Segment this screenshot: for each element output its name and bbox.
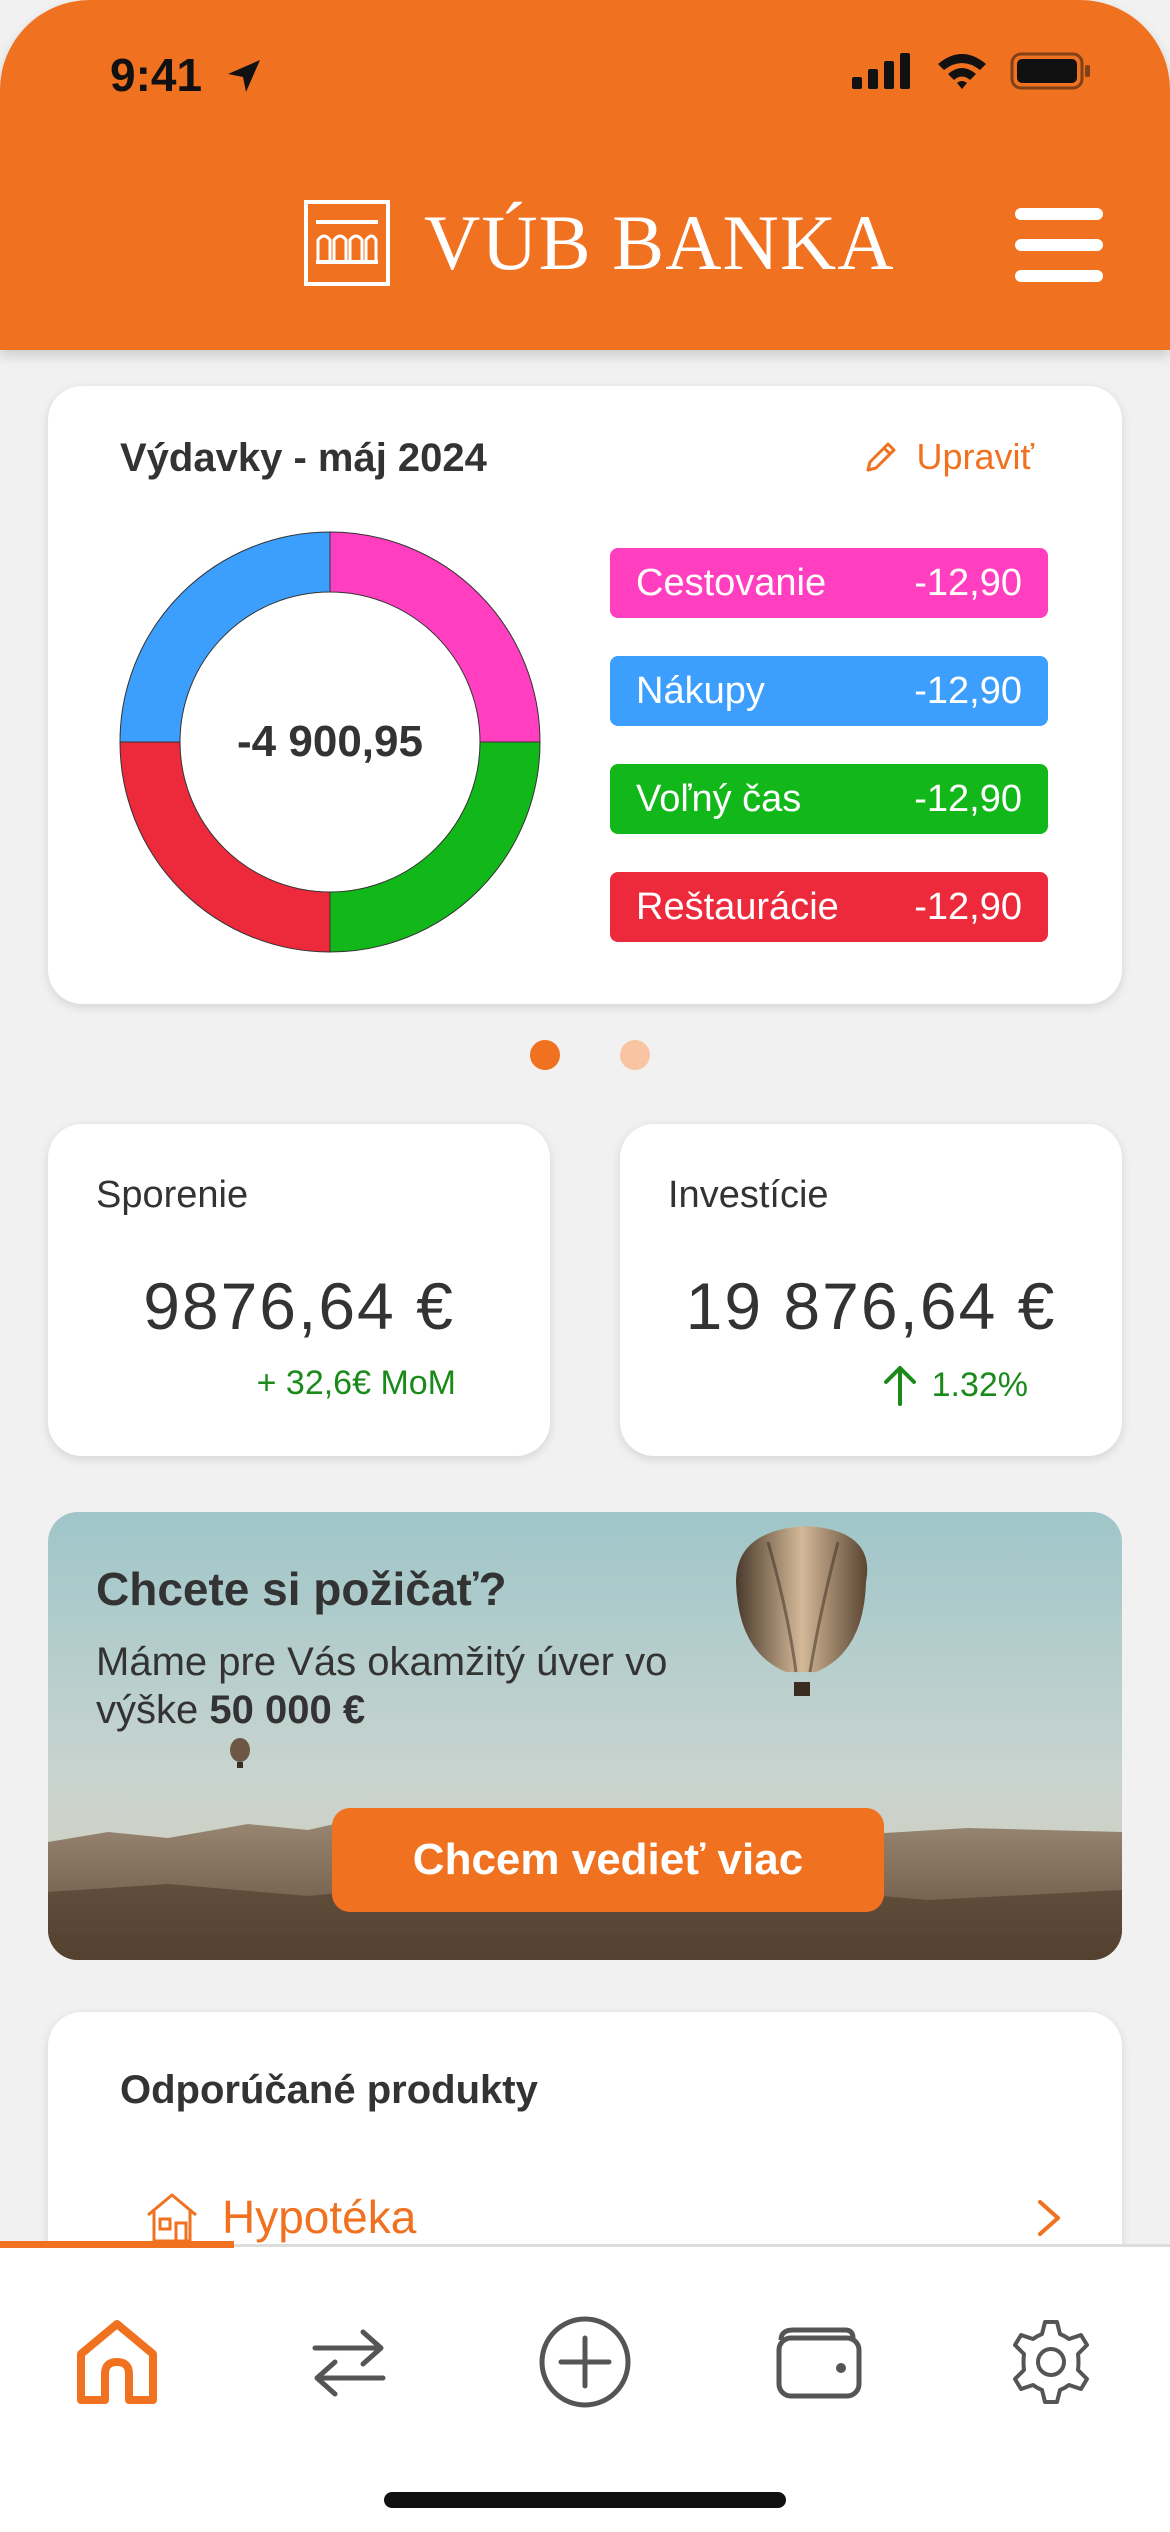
category-amount: -12,90 xyxy=(914,669,1022,712)
tab-wallet[interactable] xyxy=(764,2307,874,2417)
tab-transfers[interactable] xyxy=(294,2307,404,2417)
tab-settings[interactable] xyxy=(996,2307,1106,2417)
category-pill[interactable]: Voľný čas -12,90 xyxy=(610,764,1048,834)
add-icon xyxy=(539,2316,631,2408)
category-name: Cestovanie xyxy=(636,561,827,604)
investments-card[interactable]: Investície 19 876,64 € 1.32% xyxy=(620,1124,1122,1456)
category-amount: -12,90 xyxy=(914,561,1022,604)
tab-add[interactable] xyxy=(530,2307,640,2417)
spending-card[interactable]: Výdavky - máj 2024 Upraviť -4 900,95 Ces… xyxy=(48,386,1122,1004)
promo-text-prefix: Máme pre Vás okamžitý úver vo výške xyxy=(96,1640,668,1732)
pencil-icon xyxy=(866,442,896,472)
home-indicator xyxy=(384,2492,786,2508)
category-name: Reštaurácie xyxy=(636,885,839,928)
pager-dot[interactable] xyxy=(620,1040,650,1070)
status-time: 9:41 xyxy=(110,49,203,101)
menu-line xyxy=(1015,208,1103,220)
battery-icon xyxy=(1010,52,1090,90)
savings-change: + 32,6€ MoM xyxy=(257,1364,456,1403)
learn-more-button[interactable]: Chcem vedieť viac xyxy=(332,1808,884,1912)
category-amount: -12,90 xyxy=(914,777,1022,820)
promo-text: Máme pre Vás okamžitý úver vo výške 50 0… xyxy=(96,1638,716,1734)
category-pill[interactable]: Nákupy -12,90 xyxy=(610,656,1048,726)
investments-change-text: 1.32% xyxy=(931,1365,1028,1404)
bottom-tab-bar xyxy=(0,2241,1170,2532)
savings-title: Sporenie xyxy=(96,1174,249,1216)
category-amount: -12,90 xyxy=(914,885,1022,928)
wifi-icon xyxy=(938,54,986,89)
settings-icon xyxy=(1013,2320,1089,2404)
edit-label: Upraviť xyxy=(916,436,1034,477)
brand-name: VÚB BANKA xyxy=(424,199,895,286)
menu-line xyxy=(1015,270,1103,282)
category-pill[interactable]: Reštaurácie -12,90 xyxy=(610,872,1048,942)
active-tab-indicator xyxy=(0,2241,234,2248)
promo-amount: 50 000 € xyxy=(209,1688,366,1732)
menu-line xyxy=(1015,239,1103,251)
spending-total: -4 900,95 xyxy=(237,717,423,766)
bank-logo-icon xyxy=(304,200,390,286)
loan-promo-banner[interactable]: Chcete si požičať? Máme pre Vás okamžitý… xyxy=(48,1512,1122,1960)
investments-value: 19 876,64 € xyxy=(685,1269,1057,1343)
spending-title: Výdavky - máj 2024 xyxy=(120,436,487,480)
tab-home[interactable] xyxy=(62,2307,172,2417)
investments-title: Investície xyxy=(668,1174,829,1216)
brand-logo: VÚB BANKA xyxy=(304,200,895,286)
promo-title: Chcete si požičať? xyxy=(96,1563,507,1615)
app-header: 9:41 VÚB BANKA xyxy=(0,0,1170,350)
status-icons xyxy=(852,52,1092,90)
edit-button[interactable]: Upraviť xyxy=(862,436,1034,478)
location-arrow-icon xyxy=(228,60,260,92)
wallet-icon xyxy=(776,2327,862,2399)
transfer-icon xyxy=(312,2329,386,2397)
category-pill[interactable]: Cestovanie -12,90 xyxy=(610,548,1048,618)
product-label: Hypotéka xyxy=(222,2191,417,2243)
hamburger-menu-button[interactable] xyxy=(1015,208,1103,282)
chevron-right-icon xyxy=(1038,2200,1060,2236)
carousel-pager xyxy=(0,1040,1170,1070)
savings-card[interactable]: Sporenie 9876,64 € + 32,6€ MoM xyxy=(48,1124,550,1456)
cellular-signal-icon xyxy=(852,53,910,89)
investments-change: 1.32% xyxy=(882,1364,1028,1406)
savings-value: 9876,64 € xyxy=(143,1269,455,1343)
pager-dot-active[interactable] xyxy=(530,1040,560,1070)
house-icon xyxy=(147,2193,197,2243)
home-icon xyxy=(77,2320,157,2404)
category-list: Cestovanie -12,90 Nákupy -12,90 Voľný čas -12… xyxy=(610,548,1048,980)
arrow-up-icon xyxy=(883,1366,916,1406)
savings-change-text: + 32,6€ MoM xyxy=(256,1364,456,1402)
products-title: Odporúčané produkty xyxy=(120,2068,538,2112)
category-name: Nákupy xyxy=(636,669,765,712)
category-name: Voľný čas xyxy=(636,777,802,820)
